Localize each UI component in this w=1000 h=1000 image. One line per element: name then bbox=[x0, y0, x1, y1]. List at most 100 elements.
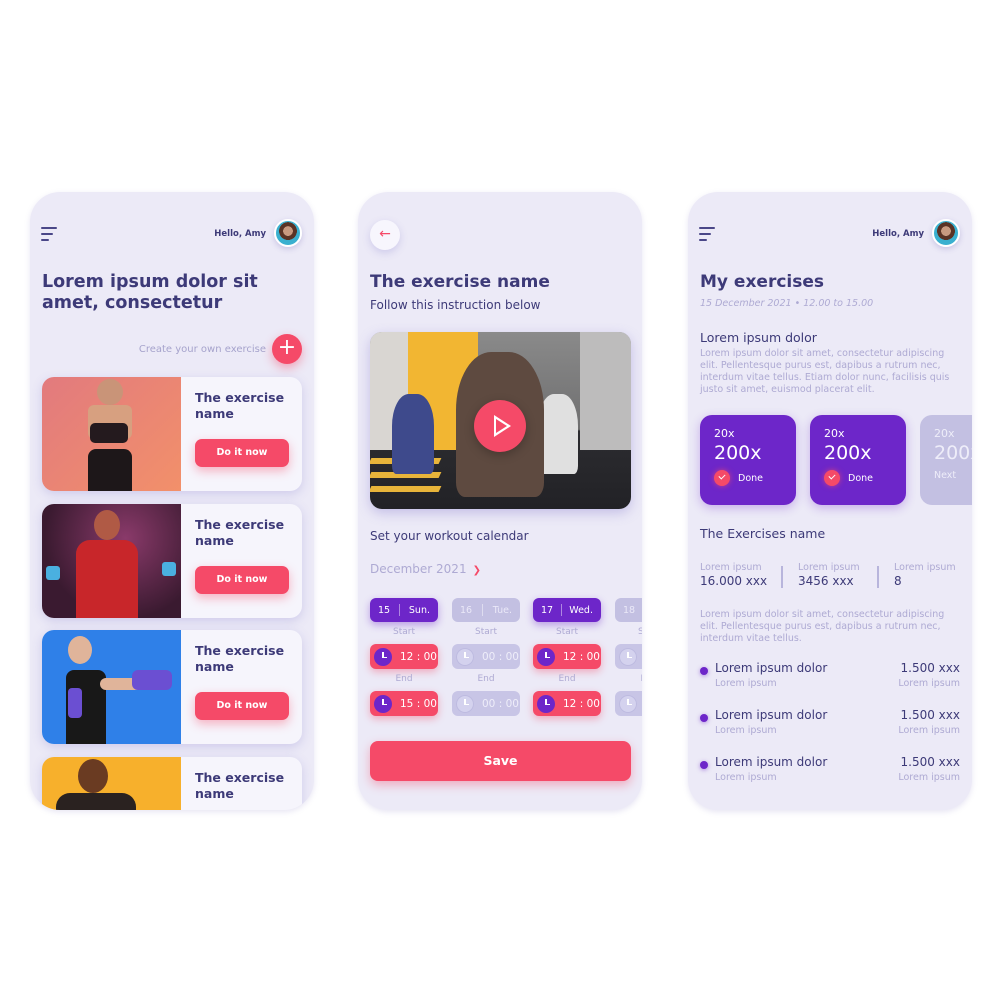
day-column: 15 Sun. Start 12 : 00 End 15 : 00 bbox=[370, 598, 438, 716]
arrow-left-icon: ← bbox=[379, 226, 391, 242]
rep-count: 200x bbox=[714, 442, 762, 464]
day-date: 17 bbox=[541, 604, 554, 616]
start-time-picker[interactable]: 12 : 00 bbox=[370, 644, 438, 669]
end-time-picker[interactable]: 15 : 00 bbox=[370, 691, 438, 716]
chevron-down-icon: ❯ bbox=[472, 565, 481, 576]
bullet-icon bbox=[700, 714, 708, 722]
stat-label: Lorem ipsum bbox=[700, 562, 762, 573]
start-time-picker[interactable]: 12 : 00 bbox=[533, 644, 601, 669]
day-column: 17 Wed. Start 12 : 00 End 12 : 00 bbox=[533, 598, 601, 716]
rep-status: Next bbox=[934, 470, 957, 481]
save-button[interactable]: Save bbox=[370, 741, 631, 781]
item-amount: 1.500 xxx bbox=[900, 708, 960, 722]
hamburger-menu-icon[interactable] bbox=[699, 227, 717, 243]
stat-label: Lorem ipsum bbox=[798, 562, 860, 573]
rep-card[interactable]: 20x 200x Next bbox=[920, 415, 972, 505]
end-time: 15 : 00 bbox=[400, 697, 437, 710]
start-time: 12 : 00 bbox=[563, 650, 600, 663]
day-date: 16 bbox=[460, 604, 473, 616]
page-subtitle: Follow this instruction below bbox=[370, 298, 541, 312]
end-time: 12 : 00 bbox=[563, 697, 600, 710]
item-amount-label: Lorem ipsum bbox=[898, 725, 960, 736]
video-person bbox=[392, 394, 434, 474]
exercise-video[interactable] bbox=[370, 332, 631, 509]
start-time-picker[interactable]: 00 : 00 bbox=[452, 644, 520, 669]
avatar[interactable] bbox=[932, 219, 960, 247]
day-selector[interactable]: 18 bbox=[615, 598, 642, 622]
end-time-picker[interactable] bbox=[615, 691, 642, 716]
month-label: December 2021 bbox=[370, 562, 467, 576]
woman-dumbbells-photo bbox=[42, 630, 181, 744]
exercise-card[interactable]: The exercise name Do it now bbox=[42, 630, 302, 744]
create-exercise-button[interactable]: + bbox=[272, 334, 302, 364]
start-label: Start bbox=[556, 627, 578, 637]
end-time-picker[interactable]: 12 : 00 bbox=[533, 691, 601, 716]
rep-sets: 20x bbox=[714, 427, 735, 440]
item-title: Lorem ipsum dolor bbox=[715, 708, 828, 722]
day-selector[interactable]: 17 Wed. bbox=[533, 598, 601, 622]
stat: Lorem ipsum 16.000 xxx bbox=[700, 562, 767, 588]
list-item[interactable]: Lorem ipsum dolor Lorem ipsum 1.500 xxx … bbox=[700, 661, 960, 691]
day-weekday: Wed. bbox=[569, 604, 593, 616]
page-title: Lorem ipsum dolor sit amet, consectetur bbox=[42, 272, 258, 313]
avatar[interactable] bbox=[274, 219, 302, 247]
item-amount: 1.500 xxx bbox=[900, 661, 960, 675]
exercise-card[interactable]: The exercise name Do it now bbox=[42, 504, 302, 618]
back-button[interactable]: ← bbox=[370, 220, 400, 250]
exercise-detail-screen: ← The exercise name Follow this instruct… bbox=[358, 192, 642, 810]
item-subtitle: Lorem ipsum bbox=[715, 725, 777, 736]
stat: Lorem ipsum 3456 xxx bbox=[798, 562, 860, 588]
list-item[interactable]: Lorem ipsum dolor Lorem ipsum 1.500 xxx … bbox=[700, 708, 960, 738]
day-column: 18 Start End bbox=[615, 598, 642, 716]
item-title: Lorem ipsum dolor bbox=[715, 661, 828, 675]
clock-icon bbox=[456, 694, 474, 713]
day-date: 18 bbox=[623, 604, 636, 616]
exercise-card[interactable]: The exercise name Do it now bbox=[42, 377, 302, 491]
bullet-icon bbox=[700, 761, 708, 769]
stat-value: 8 bbox=[894, 574, 902, 588]
end-label: End bbox=[558, 674, 576, 684]
item-amount: 1.500 xxx bbox=[900, 755, 960, 769]
plus-icon: + bbox=[277, 335, 297, 360]
exercise-card[interactable]: The exercise name bbox=[42, 757, 302, 810]
month-selector[interactable]: December 2021 ❯ bbox=[370, 562, 481, 576]
exercises-title: The Exercises name bbox=[700, 526, 826, 541]
clock-icon bbox=[537, 694, 555, 713]
video-background bbox=[580, 332, 631, 450]
man-resistance-band-photo bbox=[42, 504, 181, 618]
day-selector[interactable]: 16 Tue. bbox=[452, 598, 520, 622]
description: Lorem ipsum dolor sit amet, consectetur … bbox=[700, 609, 945, 644]
section-title: Lorem ipsum dolor bbox=[700, 330, 817, 345]
list-item[interactable]: Lorem ipsum dolor Lorem ipsum 1.500 xxx … bbox=[700, 755, 960, 785]
item-amount-label: Lorem ipsum bbox=[898, 678, 960, 689]
end-label: End bbox=[477, 674, 495, 684]
rep-card[interactable]: 20x 200x Done bbox=[810, 415, 906, 505]
day-selector[interactable]: 15 Sun. bbox=[370, 598, 438, 622]
rep-card[interactable]: 20x 200x Done bbox=[700, 415, 796, 505]
end-time-picker[interactable]: 00 : 00 bbox=[452, 691, 520, 716]
video-person bbox=[538, 394, 578, 474]
clock-icon bbox=[619, 694, 637, 713]
check-icon bbox=[714, 470, 730, 486]
rep-sets: 20x bbox=[934, 427, 955, 440]
divider bbox=[877, 566, 879, 588]
do-it-now-button[interactable]: Do it now bbox=[195, 439, 289, 467]
rep-sets: 20x bbox=[824, 427, 845, 440]
clock-icon bbox=[456, 647, 474, 666]
start-label: Start bbox=[475, 627, 497, 637]
do-it-now-button[interactable]: Do it now bbox=[195, 692, 289, 720]
clock-icon bbox=[537, 647, 555, 666]
start-time-picker[interactable] bbox=[615, 644, 642, 669]
start-time: 12 : 00 bbox=[400, 650, 437, 663]
clock-icon bbox=[619, 647, 637, 666]
stat: Lorem ipsum 8 bbox=[894, 562, 956, 588]
date-line: 15 December 2021 • 12.00 to 15.00 bbox=[700, 298, 874, 309]
do-it-now-button[interactable]: Do it now bbox=[195, 566, 289, 594]
description: Lorem ipsum dolor sit amet, consectetur … bbox=[700, 348, 950, 395]
divider bbox=[781, 566, 783, 588]
day-date: 15 bbox=[378, 604, 391, 616]
hamburger-menu-icon[interactable] bbox=[41, 227, 59, 243]
rep-count: 200x bbox=[934, 442, 972, 464]
play-button[interactable] bbox=[474, 400, 526, 452]
my-exercises-screen: Hello, Amy My exercises 15 December 2021… bbox=[688, 192, 972, 810]
